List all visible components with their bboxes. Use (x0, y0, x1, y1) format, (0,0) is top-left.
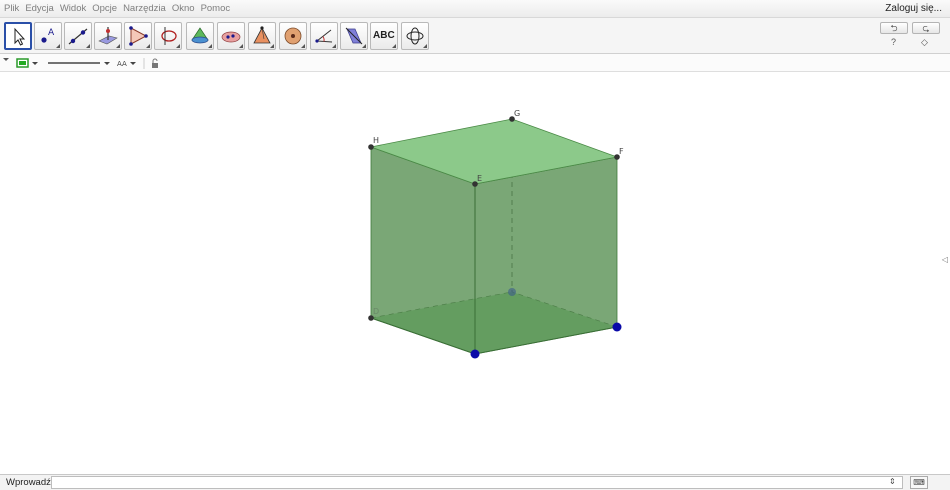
undo-button[interactable]: ⮌ (880, 22, 908, 34)
text-tool-button[interactable]: ABC (370, 22, 398, 50)
rotate-view-tool-button[interactable] (401, 22, 429, 50)
svg-text:A: A (48, 28, 55, 38)
redo-button[interactable]: ⮎ (912, 22, 940, 34)
right-face (474, 156, 618, 355)
pyramid-tool-button[interactable] (248, 22, 276, 50)
input-bar: Wprowadź: ⇕ ⌨ (0, 474, 950, 490)
label-g: G (514, 109, 520, 118)
submenu-indicator (301, 44, 305, 48)
label-f: F (619, 147, 624, 156)
angle-tool-button[interactable] (310, 22, 338, 50)
text-tool-label: ABC (373, 30, 395, 41)
submenu-indicator (56, 44, 60, 48)
label-style-dropdown-icon[interactable] (130, 62, 136, 65)
keyboard-button[interactable]: ⌨ (910, 476, 928, 489)
arrow-cursor-icon (14, 27, 26, 46)
line-tool-button[interactable] (64, 22, 92, 50)
menu-options[interactable]: Opcje (92, 3, 117, 14)
menu-bar: Plik Edycja Widok Opcje Narzędzia Okno P… (0, 0, 950, 18)
lock-icon[interactable] (152, 63, 158, 68)
toolbar: A ABC ⮌ ⮎ ? ◇ (0, 18, 950, 54)
label-style-icon[interactable]: AA (117, 60, 127, 68)
sphere-cone-tool-button[interactable] (186, 22, 214, 50)
point-d[interactable] (368, 315, 374, 321)
submenu-indicator (392, 44, 396, 48)
menu-edit[interactable]: Edycja (25, 3, 54, 14)
stylebar-toggle-icon[interactable] (3, 58, 9, 61)
move-tool-button[interactable] (4, 22, 32, 50)
label-h: H (373, 136, 379, 145)
input-field[interactable] (51, 476, 903, 489)
label-d: D (373, 307, 379, 316)
point-h[interactable] (368, 144, 374, 150)
circle-tool-button[interactable] (154, 22, 182, 50)
sphere-tool-button[interactable] (279, 22, 307, 50)
label-e: E (477, 174, 482, 183)
input-history-icon[interactable]: ⇕ (889, 477, 896, 486)
line-style-dropdown-icon[interactable] (104, 62, 110, 65)
submenu-indicator (116, 44, 120, 48)
point-c[interactable] (508, 288, 516, 296)
fill-color-dropdown-icon[interactable] (32, 62, 38, 65)
cube-figure[interactable]: H G F E D (0, 72, 950, 474)
submenu-indicator (239, 44, 243, 48)
submenu-indicator (423, 44, 427, 48)
graphics-view[interactable]: H G F E D ◁ (0, 72, 950, 474)
menu-view[interactable]: Widok (60, 3, 86, 14)
submenu-indicator (86, 44, 90, 48)
style-bar: AA (0, 54, 950, 72)
submenu-indicator (332, 44, 336, 48)
help-button[interactable]: ? (891, 37, 896, 47)
menu-help[interactable]: Pomoc (201, 3, 231, 14)
perpendicular-tool-button[interactable] (94, 22, 122, 50)
submenu-indicator (270, 44, 274, 48)
input-label: Wprowadź: (6, 477, 54, 488)
intersect-tool-button[interactable] (217, 22, 245, 50)
point-tool-button[interactable]: A (34, 22, 62, 50)
polygon-tool-button[interactable] (124, 22, 152, 50)
point-b[interactable] (612, 322, 622, 332)
menu-window[interactable]: Okno (172, 3, 195, 14)
fill-color-icon (19, 61, 26, 65)
menu-tools[interactable]: Narzędzia (123, 3, 166, 14)
settings-button[interactable]: ◇ (921, 37, 928, 48)
submenu-indicator (208, 44, 212, 48)
login-link[interactable]: Zaloguj się... (885, 3, 942, 14)
style-bar-controls: AA (3, 58, 158, 69)
menu-file[interactable]: Plik (4, 3, 19, 14)
panel-toggle-icon[interactable]: ◁ (942, 255, 948, 264)
menu-items: Plik Edycja Widok Opcje Narzędzia Okno P… (4, 3, 230, 14)
point-a[interactable] (470, 349, 480, 359)
submenu-indicator (362, 44, 366, 48)
submenu-indicator (146, 44, 150, 48)
submenu-indicator (176, 44, 180, 48)
reflect-tool-button[interactable] (340, 22, 368, 50)
